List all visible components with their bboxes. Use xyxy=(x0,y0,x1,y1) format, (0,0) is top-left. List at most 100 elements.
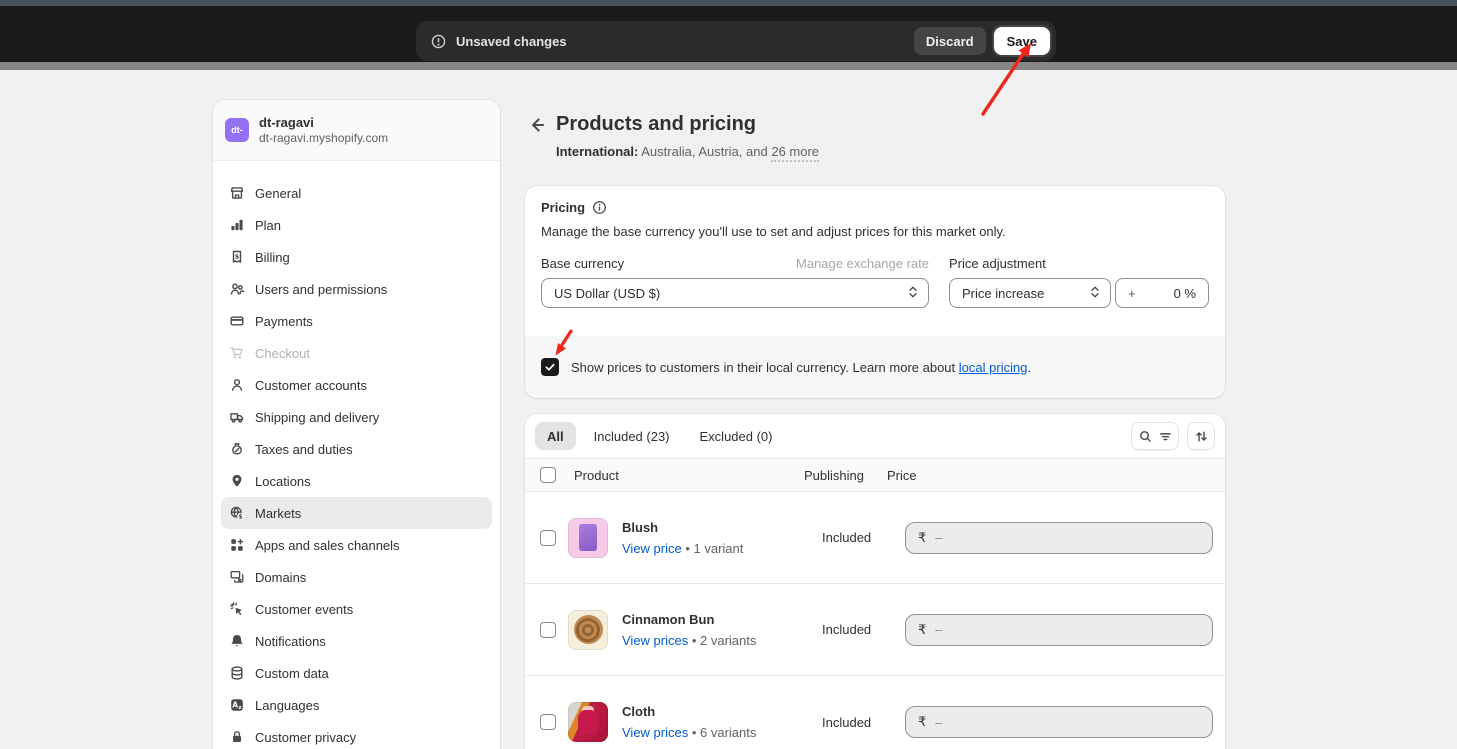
sidebar-item-apps-and-sales-channels[interactable]: Apps and sales channels xyxy=(221,529,492,561)
sidebar-item-customer-events[interactable]: Customer events xyxy=(221,593,492,625)
price-input[interactable]: ₹– xyxy=(905,522,1213,554)
column-publishing: Publishing xyxy=(804,468,887,483)
adjustment-percent-input[interactable]: + 0 % xyxy=(1115,278,1209,308)
sidebar-item-custom-data[interactable]: Custom data xyxy=(221,657,492,689)
sidebar-item-label: Users and permissions xyxy=(255,282,387,297)
product-name: Cinnamon Bun xyxy=(622,612,822,627)
adjustment-value: 0 % xyxy=(1174,286,1196,301)
alert-circle-icon xyxy=(430,33,447,50)
sort-button[interactable] xyxy=(1187,422,1215,450)
unsaved-changes-label: Unsaved changes xyxy=(456,34,567,49)
sidebar-item-plan[interactable]: Plan xyxy=(221,209,492,241)
sidebar-item-label: Billing xyxy=(255,250,290,265)
sidebar-item-label: Custom data xyxy=(255,666,329,681)
sidebar-item-label: Notifications xyxy=(255,634,326,649)
row-checkbox[interactable] xyxy=(540,714,556,730)
plan-chart-icon xyxy=(229,217,245,233)
sidebar-item-domains[interactable]: Domains xyxy=(221,561,492,593)
sidebar-item-label: Customer events xyxy=(255,602,353,617)
price-adjustment-select[interactable]: Price increase xyxy=(949,278,1111,308)
select-all-checkbox[interactable] xyxy=(540,467,556,483)
table-header-row: Product Publishing Price xyxy=(525,458,1225,492)
base-currency-select[interactable]: US Dollar (USD $) xyxy=(541,278,929,308)
sidebar-item-label: Plan xyxy=(255,218,281,233)
domains-icon xyxy=(229,569,245,585)
pricing-card-title: Pricing xyxy=(541,200,585,215)
apps-grid-icon xyxy=(229,537,245,553)
chevron-updown-icon xyxy=(1089,284,1101,303)
page-title: Products and pricing xyxy=(556,108,1225,140)
sort-icon xyxy=(1194,429,1209,444)
bell-icon xyxy=(229,633,245,649)
price-placeholder: – xyxy=(935,715,942,730)
globe-dollar-icon: $ xyxy=(229,505,245,521)
product-thumbnail-blush xyxy=(568,518,608,558)
sidebar-item-label: Markets xyxy=(255,506,301,521)
search-filter-button[interactable] xyxy=(1131,422,1179,450)
sidebar-item-markets[interactable]: $ Markets xyxy=(221,497,492,529)
market-breadcrumb: International: Australia, Austria, and 2… xyxy=(556,144,1225,159)
sidebar-item-billing[interactable]: $ Billing xyxy=(221,241,492,273)
product-name: Cloth xyxy=(622,704,822,719)
store-avatar: dt- xyxy=(225,118,249,142)
sidebar-item-payments[interactable]: Payments xyxy=(221,305,492,337)
discard-button[interactable]: Discard xyxy=(914,27,986,55)
save-button[interactable]: Save xyxy=(994,27,1050,55)
variant-count: • 2 variants xyxy=(688,633,756,648)
view-prices-link[interactable]: View price xyxy=(622,541,682,556)
sidebar-item-languages[interactable]: AzLanguages xyxy=(221,689,492,721)
publishing-status: Included xyxy=(822,530,905,545)
local-currency-checkbox[interactable] xyxy=(541,358,559,376)
market-regions: Australia, Austria, and xyxy=(641,144,767,159)
topbar: Unsaved changes Discard Save xyxy=(0,6,1457,62)
sidebar-item-notifications[interactable]: Notifications xyxy=(221,625,492,657)
price-adjustment-label: Price adjustment xyxy=(949,256,1046,271)
column-product: Product xyxy=(574,468,804,483)
local-pricing-link[interactable]: local pricing xyxy=(959,360,1028,375)
tab-all[interactable]: All xyxy=(535,422,576,450)
tab-excluded-0[interactable]: Excluded (0) xyxy=(688,422,785,450)
translate-icon: Az xyxy=(229,697,245,713)
sidebar-item-locations[interactable]: Locations xyxy=(221,465,492,497)
sidebar-item-label: Customer privacy xyxy=(255,730,356,745)
product-name: Blush xyxy=(622,520,822,535)
variant-count: • 6 variants xyxy=(688,725,756,740)
currency-prefix: ₹ xyxy=(918,530,926,546)
settings-nav: General Plan $ Billing Users and permissions… xyxy=(213,161,500,749)
sidebar-item-label: Locations xyxy=(255,474,311,489)
sidebar-item-users-and-permissions[interactable]: Users and permissions xyxy=(221,273,492,305)
store-name: dt-ragavi xyxy=(259,115,388,131)
truck-icon xyxy=(229,409,245,425)
svg-text:A: A xyxy=(232,701,238,710)
view-prices-link[interactable]: View prices xyxy=(622,633,688,648)
pricing-card: Pricing Manage the base currency you'll … xyxy=(525,186,1225,398)
sidebar-item-label: General xyxy=(255,186,301,201)
sidebar-item-customer-privacy[interactable]: Customer privacy xyxy=(221,721,492,749)
base-currency-label: Base currency xyxy=(541,256,624,271)
more-regions-link[interactable]: 26 more xyxy=(771,144,819,162)
row-checkbox[interactable] xyxy=(540,622,556,638)
row-checkbox[interactable] xyxy=(540,530,556,546)
back-arrow-icon[interactable] xyxy=(527,115,547,135)
sidebar-item-label: Customer accounts xyxy=(255,378,367,393)
table-tabs: AllIncluded (23)Excluded (0) xyxy=(525,414,1225,458)
info-icon[interactable] xyxy=(592,200,607,215)
sidebar-item-shipping-and-delivery[interactable]: Shipping and delivery xyxy=(221,401,492,433)
price-input[interactable]: ₹– xyxy=(905,614,1213,646)
tab-included-23[interactable]: Included (23) xyxy=(582,422,682,450)
shopify-settings-page: Unsaved changes Discard Save dt- dt-raga… xyxy=(0,0,1457,749)
sidebar-item-checkout: Checkout xyxy=(221,337,492,369)
store-domain: dt-ragavi.myshopify.com xyxy=(259,131,388,146)
store-header: dt- dt-ragavi dt-ragavi.myshopify.com xyxy=(213,100,500,161)
sidebar-item-customer-accounts[interactable]: Customer accounts xyxy=(221,369,492,401)
price-input[interactable]: ₹– xyxy=(905,706,1213,738)
sidebar-item-label: Payments xyxy=(255,314,313,329)
users-icon xyxy=(229,281,245,297)
cursor-sparkle-icon xyxy=(229,601,245,617)
sidebar-item-taxes-and-duties[interactable]: Taxes and duties xyxy=(221,433,492,465)
view-prices-link[interactable]: View prices xyxy=(622,725,688,740)
svg-text:$: $ xyxy=(239,513,243,520)
svg-text:$: $ xyxy=(235,252,240,260)
table-body: BlushView price • 1 variantIncluded₹–Cin… xyxy=(525,492,1225,749)
sidebar-item-general[interactable]: General xyxy=(221,177,492,209)
